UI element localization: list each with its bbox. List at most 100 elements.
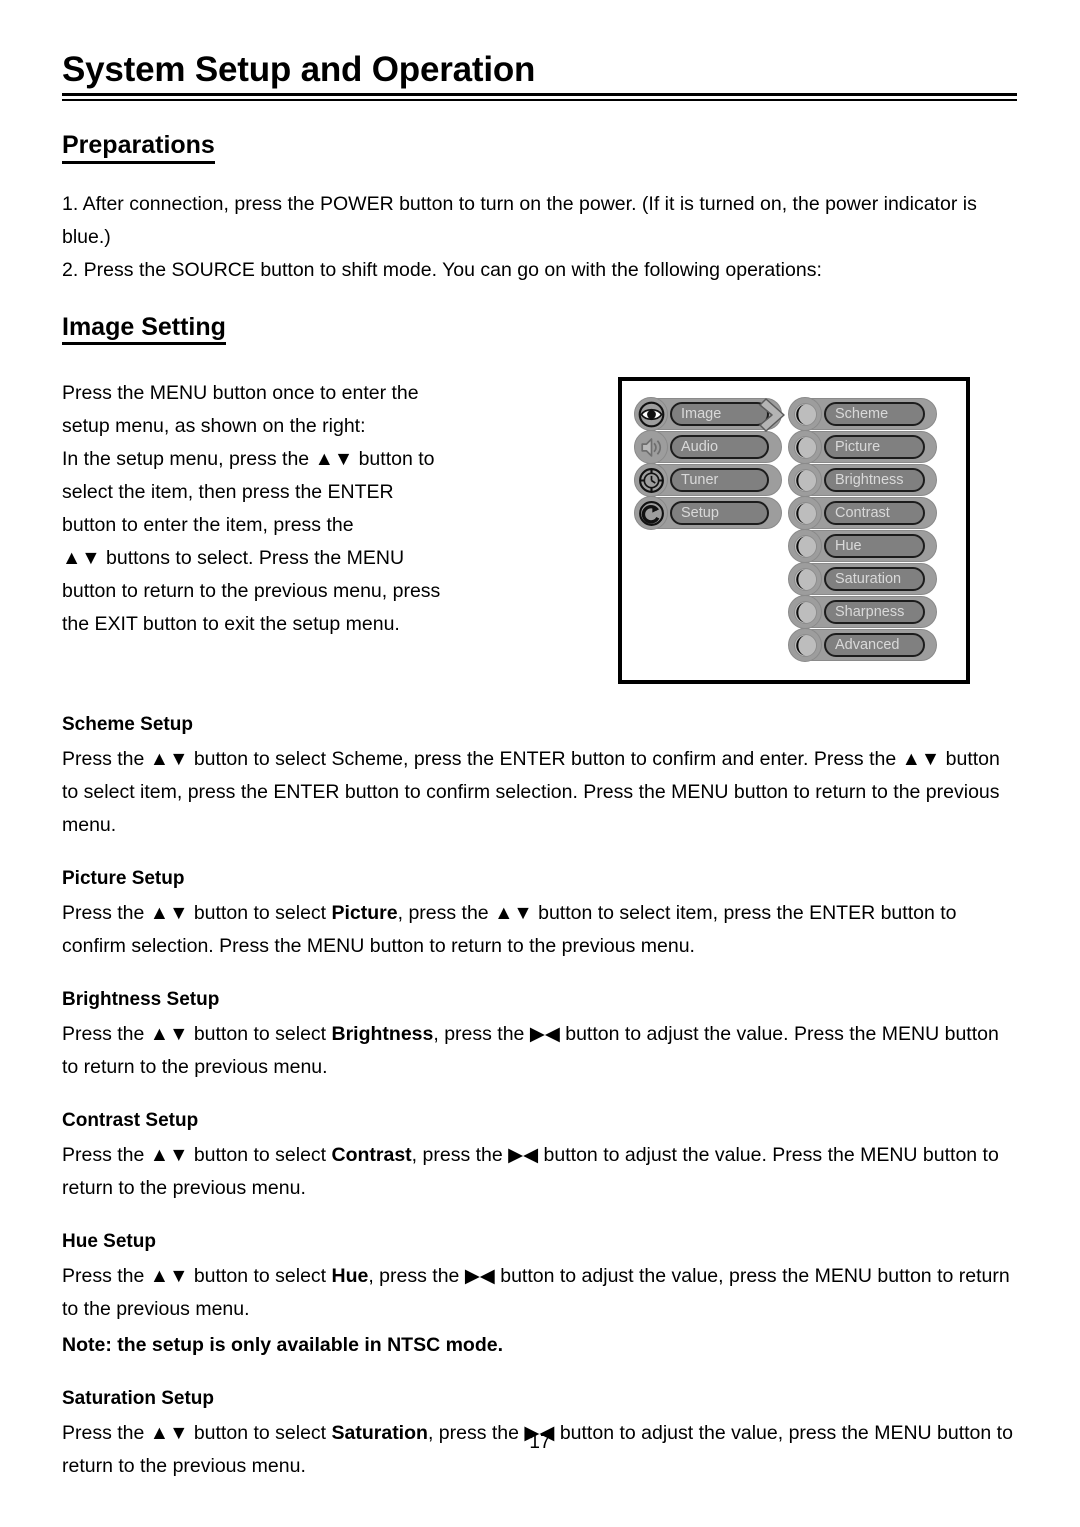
body-fragment: ▲▼ [149,1265,189,1288]
osd-item-label: Hue [835,538,862,554]
image-setting-intro: Press the MENU button once to enter the s… [62,377,592,641]
body-fragment: , press the [433,1023,530,1046]
manual-page: System Setup and Operation Preparations … [0,0,1080,1527]
osd-item-pill[interactable]: Contrast [824,501,925,526]
image-setting-text-column: Press the MENU button once to enter the s… [62,377,610,641]
osd-item-label: Audio [681,439,719,455]
preparations-item-1: 1. After connection, press the POWER but… [62,192,977,248]
osd-item-label: Picture [835,439,881,455]
osd-item-label: Tuner [681,472,719,488]
setup-section-body: Press the ▲▼ button to select Brightness… [62,1018,1018,1084]
setup-section-note: Note: the setup is only available in NTS… [62,1334,503,1357]
osd-item-icon-disc [788,595,822,630]
chevron-right-icon [759,398,785,432]
body-fragment: Press the [62,1023,150,1046]
crescent-moon-icon [793,567,817,591]
osd-item-label: Sharpness [835,604,905,620]
osd-item-pill[interactable]: Image [670,402,769,427]
osd-item-pill[interactable]: Setup [670,501,769,526]
body-fragment: button to select [188,1023,332,1046]
body-fragment: ▲▼ [149,1144,189,1167]
setup-section: Contrast Setup Press the ▲▼ button to sel… [62,1106,1018,1205]
osd-item-label: Saturation [835,571,902,587]
crescent-moon-icon [793,468,817,492]
eye-icon [638,401,664,428]
body-fragment: ▲▼ [901,748,941,771]
image-setting-intro-line: Press the MENU button once to enter the [62,382,419,405]
body-fragment: ▲▼ [494,902,533,925]
osd-item-icon-disc [788,529,822,564]
image-setting-heading: Image Setting [62,313,226,346]
body-fragment: ▲▼ [149,902,189,925]
emphasised-term: Hue [331,1265,369,1288]
preparations-heading-wrap: Preparations [62,131,1018,178]
refresh-arrow-icon [638,500,664,526]
body-fragment: ▲▼ [149,1023,189,1046]
osd-menu-diagram: Image Audio Tuner Setup Scheme Picture Bright… [618,377,970,685]
osd-diagram-inner: Image Audio Tuner Setup Scheme Picture Bright… [622,381,966,680]
osd-item-pill[interactable]: Scheme [824,402,925,427]
osd-item-icon-disc [788,628,822,663]
setup-sections: Scheme Setup Press the ▲▼ button to selec… [62,710,1018,1483]
setup-section: Picture Setup Press the ▲▼ button to sele… [62,864,1018,963]
emphasised-term: Picture [331,902,398,925]
osd-item-icon-disc [634,430,668,465]
body-fragment: Press the [62,1265,150,1288]
osd-item-pill[interactable]: Sharpness [824,600,925,625]
image-setting-columns: Press the MENU button once to enter the s… [62,377,1018,685]
osd-item-pill[interactable]: Advanced [824,633,925,658]
body-fragment: button to select [188,1265,332,1288]
preparations-item-2: 2. Press the SOURCE button to shift mode… [62,258,822,281]
osd-item-icon-disc [788,562,822,597]
image-setting-intro-line: setup menu, as shown on the right: [62,415,366,438]
osd-item-pill[interactable]: Audio [670,435,769,460]
clock-dial-icon [638,467,664,493]
osd-item-label: Scheme [835,406,889,422]
body-fragment: ▲▼ [149,748,189,771]
setup-section-body: Press the ▲▼ button to select Picture, p… [62,897,1018,963]
title-underline-rule [62,92,1017,101]
body-fragment: , press the [368,1265,465,1288]
osd-item-icon-disc [634,397,668,432]
osd-item-pill[interactable]: Picture [824,435,925,460]
setup-section-title: Brightness Setup [62,989,220,1011]
image-setting-intro-line: ▲▼ buttons to select. Press the MENU [62,547,405,570]
image-setting-intro-line: select the item, then press the ENTER [62,481,394,504]
osd-item-icon-disc [788,397,822,432]
emphasised-term: Brightness [331,1023,434,1046]
setup-section-title: Contrast Setup [62,1110,199,1132]
body-fragment: ▶◀ [508,1144,539,1167]
body-fragment: ▶◀ [529,1023,560,1046]
setup-section-title: Saturation Setup [62,1388,215,1410]
crescent-moon-icon [793,600,817,624]
osd-diagram-column: Image Audio Tuner Setup Scheme Picture Bright… [610,377,1018,685]
osd-item-pill[interactable]: Saturation [824,567,925,592]
body-fragment: , press the [411,1144,509,1167]
page-title: System Setup and Operation [62,50,536,89]
osd-item-icon-disc [788,430,822,465]
setup-section-body: Press the ▲▼ button to select Hue, press… [62,1260,1018,1326]
setup-section-title: Scheme Setup [62,714,193,736]
body-fragment: ▶◀ [464,1265,495,1288]
osd-item-pill[interactable]: Hue [824,534,925,559]
body-fragment: Press the [62,1144,150,1167]
image-setting-intro-line: In the setup menu, press the ▲▼ button t… [62,448,435,471]
osd-item-label: Setup [681,505,719,521]
body-fragment: Press the [62,902,150,925]
setup-section-title: Picture Setup [62,868,185,890]
osd-item-icon-disc [788,463,822,498]
setup-section-title: Hue Setup [62,1231,156,1253]
image-setting-intro-line: the EXIT button to exit the setup menu. [62,613,400,636]
osd-item-pill[interactable]: Tuner [670,468,769,493]
osd-item-label: Advanced [835,637,900,653]
osd-item-pill[interactable]: Brightness [824,468,925,493]
emphasised-term: Contrast [331,1144,412,1167]
setup-section: Hue Setup Press the ▲▼ button to select H… [62,1227,1018,1362]
osd-item-icon-disc [634,463,668,498]
osd-item-label: Image [681,406,722,422]
body-fragment: , press the [397,902,495,925]
setup-section-body: Press the ▲▼ button to select Contrast, … [62,1139,1018,1205]
body-fragment: button to select [188,902,332,925]
image-setting-intro-line: button to enter the item, press the [62,514,354,537]
body-fragment: Press the [62,748,150,771]
